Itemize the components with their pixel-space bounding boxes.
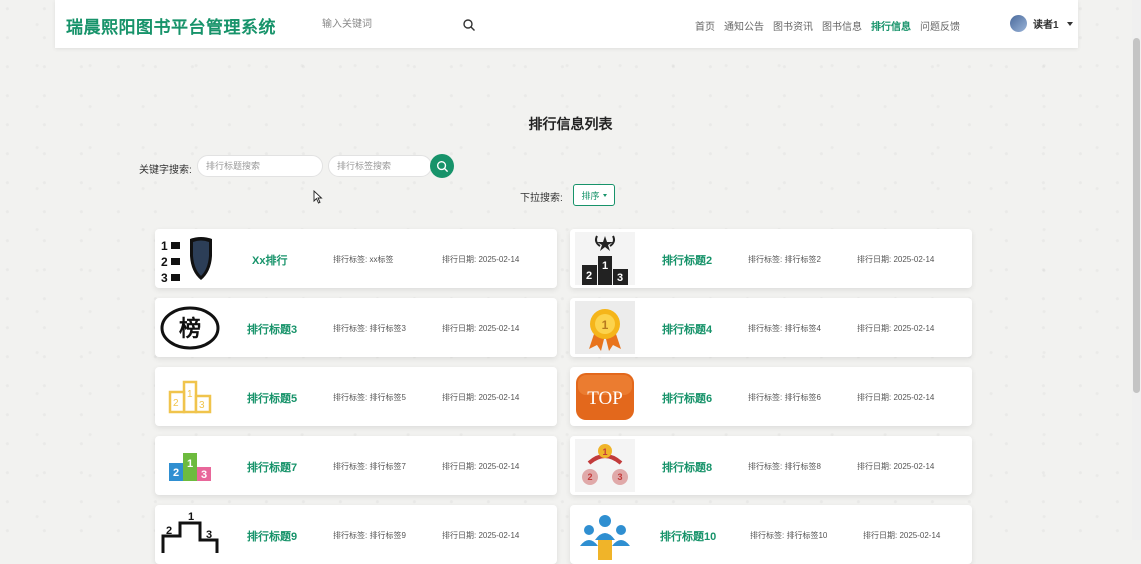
card-tag: 排行标签: 排行标签4 — [748, 324, 821, 333]
card-date: 排行日期: 2025-02-14 — [857, 393, 935, 402]
header-search — [317, 14, 477, 36]
people-rank-icon — [580, 515, 630, 560]
svg-text:2: 2 — [173, 398, 179, 409]
rank-card[interactable]: 榜 排行标题3 排行标签: 排行标签3 排行日期: 2025-02-14 — [155, 298, 557, 357]
svg-text:2: 2 — [173, 467, 179, 479]
card-tag: 排行标签: 排行标签2 — [748, 255, 821, 264]
svg-text:1: 1 — [602, 260, 608, 272]
svg-text:1: 1 — [161, 239, 168, 253]
card-tag: 排行标签: xx标签 — [333, 255, 394, 264]
svg-text:3: 3 — [201, 469, 207, 481]
rank-card[interactable]: 1 2 3 Xx排行 排行标签: xx标签 排行日期: 2025-02-14 — [155, 229, 557, 288]
svg-text:3: 3 — [161, 271, 168, 285]
nav-book-news[interactable]: 图书资讯 — [773, 18, 813, 33]
rank-card[interactable]: 1 2 3 排行标题5 排行标签: 排行标签5 排行日期: 2025-02-14 — [155, 367, 557, 426]
search-icon — [436, 160, 448, 172]
gold-medal-icon: 1 — [575, 301, 635, 354]
card-date: 排行日期: 2025-02-14 — [442, 462, 520, 471]
header-search-input[interactable] — [317, 15, 462, 30]
site-logo[interactable]: 瑞晨熙阳图书平台管理系统 — [66, 13, 276, 38]
mouse-cursor-icon — [313, 190, 323, 204]
color-podium-icon: 1 2 3 — [169, 453, 211, 481]
card-title[interactable]: 排行标题6 — [662, 390, 712, 406]
page-title: 排行信息列表 — [528, 116, 613, 132]
rank-card[interactable]: 1 2 3 排行标题2 排行标签: 排行标签2 排行日期: 2025-02-14 — [570, 229, 972, 288]
nav-ranking[interactable]: 排行信息 — [871, 18, 911, 33]
card-date: 排行日期: 2025-02-14 — [863, 531, 941, 540]
svg-text:1: 1 — [602, 318, 609, 332]
card-tag: 排行标签: 排行标签10 — [750, 531, 828, 540]
nav-home[interactable]: 首页 — [695, 18, 715, 33]
card-date: 排行日期: 2025-02-14 — [442, 393, 520, 402]
card-title[interactable]: Xx排行 — [252, 252, 287, 268]
card-title[interactable]: 排行标题3 — [247, 321, 297, 337]
card-tag: 排行标签: 排行标签6 — [748, 393, 821, 402]
svg-text:1: 1 — [188, 511, 194, 523]
card-date: 排行日期: 2025-02-14 — [857, 324, 935, 333]
dropdown-search-label: 下拉搜索: — [520, 193, 563, 204]
user-menu[interactable]: 读者1 — [1010, 15, 1073, 32]
search-button[interactable] — [430, 154, 454, 178]
tag-search-input[interactable] — [328, 155, 432, 177]
card-title[interactable]: 排行标题4 — [662, 321, 712, 337]
rank-card[interactable]: TOP 排行标题6 排行标签: 排行标签6 排行日期: 2025-02-14 — [570, 367, 972, 426]
user-name: 读者1 — [1033, 20, 1059, 31]
svg-text:TOP: TOP — [587, 388, 623, 409]
chevron-down-icon — [1066, 21, 1073, 26]
shield-rank-icon: 1 2 3 — [161, 237, 212, 285]
card-title[interactable]: 排行标题9 — [247, 528, 297, 544]
main-nav: 首页 通知公告 图书资讯 图书信息 排行信息 问题反馈 — [695, 18, 969, 33]
svg-text:1: 1 — [187, 389, 193, 400]
svg-text:1: 1 — [602, 447, 607, 457]
card-date: 排行日期: 2025-02-14 — [442, 531, 520, 540]
scrollbar-thumb[interactable] — [1133, 38, 1140, 393]
title-search-input[interactable] — [197, 155, 323, 177]
svg-text:3: 3 — [199, 400, 205, 411]
card-date: 排行日期: 2025-02-14 — [442, 255, 520, 264]
rank-card[interactable]: 1 排行标题4 排行标签: 排行标签4 排行日期: 2025-02-14 — [570, 298, 972, 357]
svg-text:1: 1 — [187, 458, 193, 470]
card-title[interactable]: 排行标题8 — [662, 459, 712, 475]
medals-icon: 1 2 3 — [575, 439, 635, 492]
sort-dropdown-button[interactable]: 排序 — [573, 184, 615, 206]
chevron-down-icon — [602, 193, 607, 197]
card-date: 排行日期: 2025-02-14 — [442, 324, 520, 333]
card-tag: 排行标签: 排行标签8 — [748, 462, 821, 471]
svg-text:3: 3 — [617, 472, 622, 482]
keyword-search-label: 关键字搜索: — [139, 165, 192, 176]
nav-notices[interactable]: 通知公告 — [724, 18, 764, 33]
scrollbar[interactable] — [1132, 0, 1141, 540]
card-date: 排行日期: 2025-02-14 — [857, 255, 935, 264]
top-button-icon: TOP — [576, 373, 634, 420]
rank-card[interactable]: 1 2 3 排行标题7 排行标签: 排行标签7 排行日期: 2025-02-14 — [155, 436, 557, 495]
yellow-podium-icon: 1 2 3 — [168, 380, 212, 414]
svg-text:榜: 榜 — [179, 316, 201, 342]
card-date: 排行日期: 2025-02-14 — [857, 462, 935, 471]
card-title[interactable]: 排行标题7 — [247, 459, 297, 475]
rank-card[interactable]: 排行标题10 排行标签: 排行标签10 排行日期: 2025-02-14 — [570, 505, 972, 564]
rank-card[interactable]: 1 2 3 排行标题9 排行标签: 排行标签9 排行日期: 2025-02-14 — [155, 505, 557, 564]
sort-label: 排序 — [581, 190, 600, 201]
card-title[interactable]: 排行标题5 — [247, 390, 297, 406]
top-navbar: 瑞晨熙阳图书平台管理系统 首页 通知公告 图书资讯 图书信息 排行信息 问题反馈… — [55, 0, 1078, 48]
card-title[interactable]: 排行标题2 — [662, 252, 712, 268]
card-title[interactable]: 排行标题10 — [660, 528, 716, 544]
nav-feedback[interactable]: 问题反馈 — [920, 18, 960, 33]
avatar — [1010, 15, 1027, 32]
card-tag: 排行标签: 排行标签3 — [333, 324, 406, 333]
svg-text:3: 3 — [617, 272, 623, 284]
svg-text:2: 2 — [161, 255, 168, 269]
outline-podium-icon: 1 2 3 — [161, 511, 219, 553]
svg-text:2: 2 — [586, 270, 592, 282]
bang-badge-icon: 榜 — [160, 306, 220, 350]
nav-book-info[interactable]: 图书信息 — [822, 18, 862, 33]
svg-text:2: 2 — [587, 472, 592, 482]
search-icon[interactable] — [462, 18, 476, 32]
card-tag: 排行标签: 排行标签5 — [333, 393, 406, 402]
rank-card[interactable]: 1 2 3 排行标题8 排行标签: 排行标签8 排行日期: 2025-02-14 — [570, 436, 972, 495]
card-tag: 排行标签: 排行标签7 — [333, 462, 406, 471]
card-tag: 排行标签: 排行标签9 — [333, 531, 406, 540]
podium-star-icon: 1 2 3 — [575, 232, 635, 285]
